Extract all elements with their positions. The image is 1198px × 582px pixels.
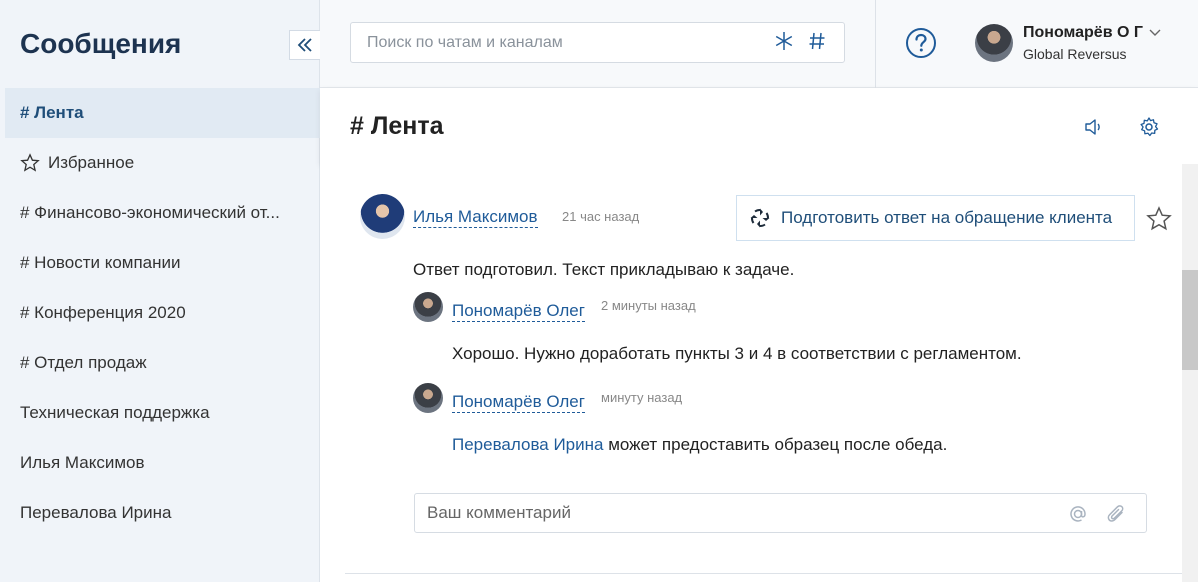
task-cycle-icon <box>750 208 770 228</box>
sidebar-item-label: # Новости компании <box>20 253 181 272</box>
reply-text-row: Перевалова Ирина может предоставить обра… <box>452 435 947 455</box>
post-timestamp: 21 час назад <box>562 209 640 224</box>
divider <box>345 573 1182 574</box>
post-text: Ответ подготовил. Текст прикладываю к за… <box>413 260 795 279</box>
hashtag-icon[interactable] <box>808 31 826 51</box>
message-feed: Илья Максимов 21 час назад Подготовить о… <box>320 164 1182 582</box>
reply-text: может предоставить образец после обеда. <box>603 435 948 454</box>
sidebar-item-feed[interactable]: # Лента <box>5 88 320 138</box>
search-filters <box>774 31 826 51</box>
page-title: # Лента <box>350 112 444 140</box>
sidebar-item-label: Илья Максимов <box>20 453 145 472</box>
chevron-down-icon <box>1149 29 1161 36</box>
avatar[interactable] <box>413 292 443 322</box>
user-org: Global Reversus <box>1023 46 1127 62</box>
top-bar: Пономарёв О Г Global Reversus <box>320 0 1198 88</box>
user-info: Пономарёв О Г Global Reversus <box>1023 24 1161 62</box>
search-input[interactable] <box>367 33 757 52</box>
sidebar-item-label: # Финансово-экономический от... <box>20 203 280 222</box>
sidebar-item-sales[interactable]: # Отдел продаж <box>0 338 320 388</box>
sidebar: Сообщения # Лента Избранное # Финансово-… <box>0 0 320 582</box>
scrollbar-track[interactable] <box>1182 164 1198 582</box>
reply-author-link[interactable]: Пономарёв Олег <box>452 392 585 413</box>
comment-input[interactable] <box>427 503 1067 523</box>
scrollbar-thumb[interactable] <box>1182 270 1198 370</box>
user-name: Пономарёв О Г <box>1023 24 1143 41</box>
paperclip-icon[interactable] <box>1106 503 1126 525</box>
sidebar-item-label: Техническая поддержка <box>20 403 210 422</box>
sidebar-item-label: # Конференция 2020 <box>20 303 186 322</box>
comment-box <box>414 493 1147 533</box>
speaker-icon[interactable] <box>1083 116 1105 138</box>
task-title: Подготовить ответ на обращение клиента <box>781 208 1113 227</box>
sidebar-header: Сообщения <box>0 0 320 88</box>
sidebar-item-news[interactable]: # Новости компании <box>0 238 320 288</box>
avatar[interactable] <box>413 383 443 413</box>
reply-timestamp: минуту назад <box>601 390 683 405</box>
sidebar-item-maksimov[interactable]: Илья Максимов <box>0 438 320 488</box>
sidebar-title: Сообщения <box>20 28 182 59</box>
mention-link[interactable]: Перевалова Ирина <box>452 435 603 454</box>
channel-header: # Лента <box>320 88 1198 164</box>
sidebar-item-label: Перевалова Ирина <box>20 503 172 522</box>
double-chevron-left-icon <box>297 38 312 52</box>
collapse-sidebar-button[interactable] <box>289 30 320 60</box>
sidebar-item-favorites[interactable]: Избранное <box>0 138 320 188</box>
reply-timestamp: 2 минуты назад <box>601 298 696 313</box>
sidebar-item-label: Избранное <box>48 153 135 172</box>
sidebar-item-support[interactable]: Техническая поддержка <box>0 388 320 438</box>
asterisk-icon[interactable] <box>774 31 794 51</box>
star-icon[interactable] <box>1146 206 1172 232</box>
divider <box>875 0 876 88</box>
sidebar-item-conference[interactable]: # Конференция 2020 <box>0 288 320 338</box>
avatar[interactable] <box>360 194 405 239</box>
task-link[interactable]: Подготовить ответ на обращение клиента <box>736 195 1135 241</box>
user-name-row: Пономарёв О Г <box>1023 24 1161 42</box>
comment-tools <box>1068 503 1126 525</box>
star-icon <box>20 153 40 173</box>
channel-list: # Лента Избранное # Финансово-экономичес… <box>0 88 320 538</box>
sidebar-item-label: # Отдел продаж <box>20 353 147 372</box>
gear-icon[interactable] <box>1138 116 1160 138</box>
reply-text: Хорошо. Нужно доработать пункты 3 и 4 в … <box>452 344 1022 363</box>
sidebar-item-finance[interactable]: # Финансово-экономический от... <box>0 188 320 238</box>
search-box <box>350 22 845 63</box>
sidebar-item-perevalova[interactable]: Перевалова Ирина <box>0 488 320 538</box>
avatar <box>975 24 1013 62</box>
help-icon[interactable] <box>905 27 937 59</box>
at-mention-icon[interactable] <box>1068 504 1088 524</box>
reply-author-link[interactable]: Пономарёв Олег <box>452 301 585 322</box>
post-author-link[interactable]: Илья Максимов <box>413 207 538 228</box>
user-menu[interactable]: Пономарёв О Г Global Reversus <box>975 23 1161 63</box>
sidebar-item-label: # Лента <box>20 103 84 122</box>
